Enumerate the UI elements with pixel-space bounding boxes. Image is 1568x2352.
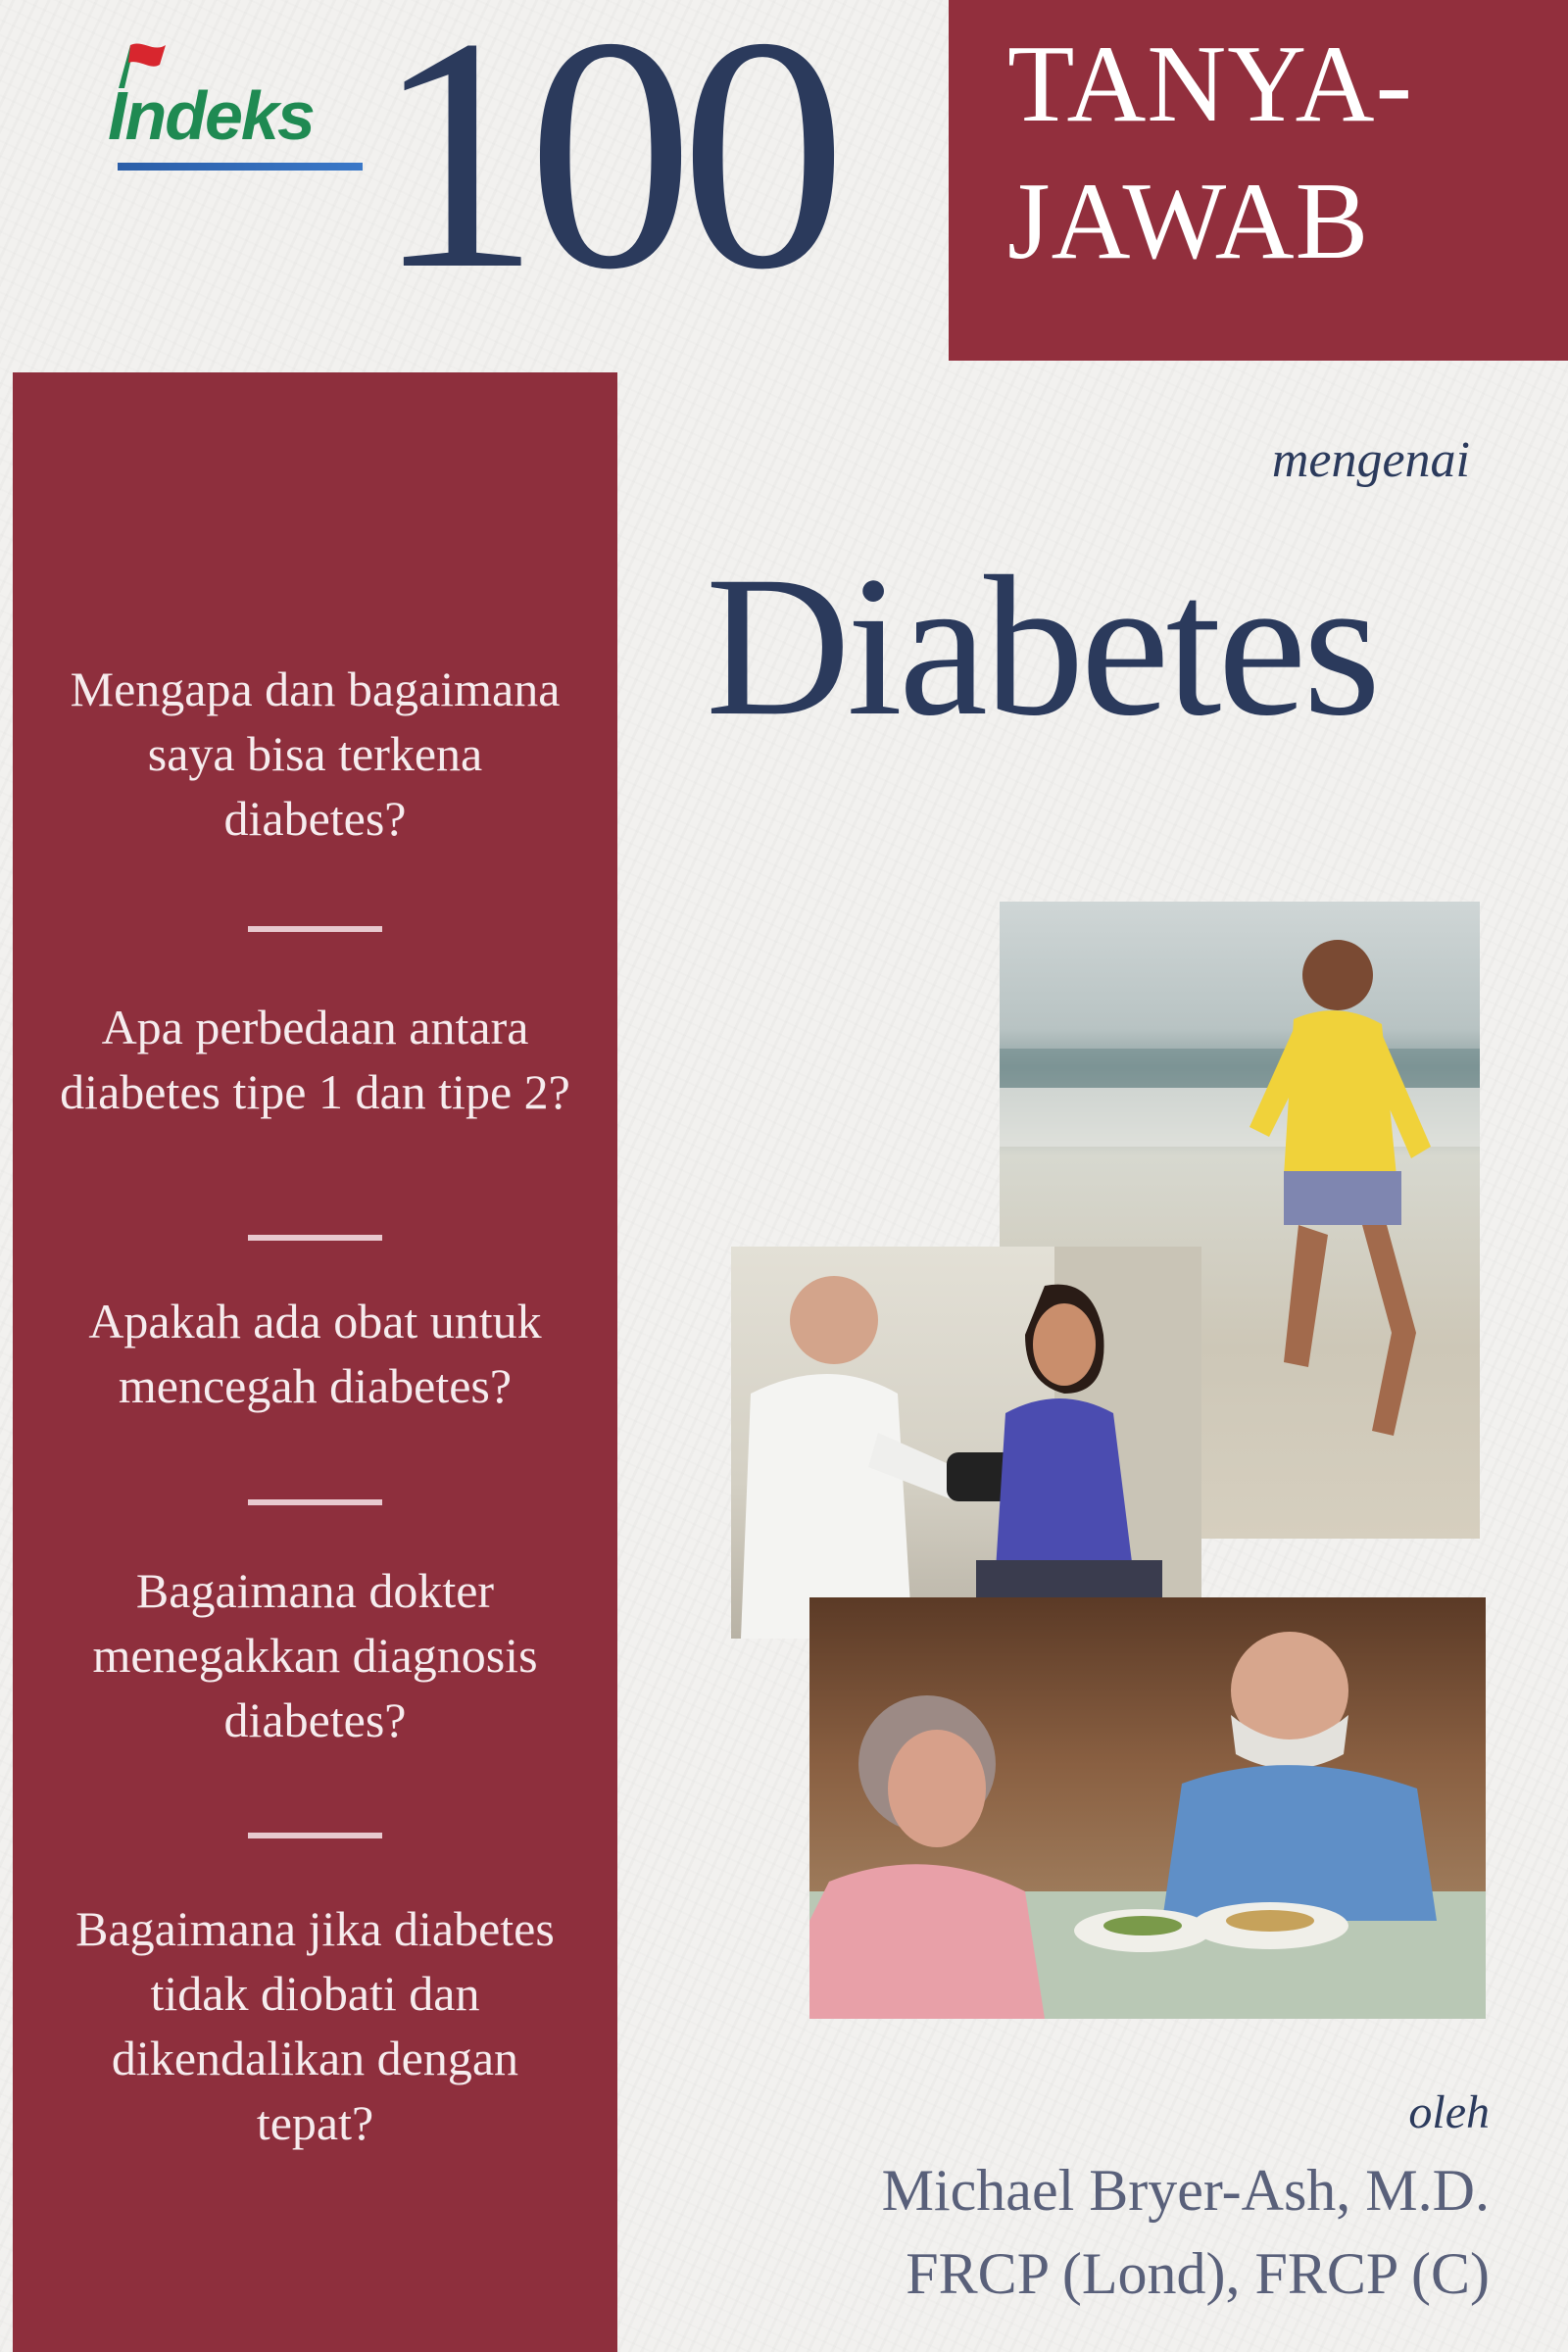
question-3: Apakah ada obat untuk mencegah diabetes? <box>88 1294 542 1413</box>
subtitle-mengenai: mengenai <box>1271 432 1470 488</box>
separator-4 <box>248 1833 382 1838</box>
author-credentials: FRCP (Lond), FRCP (C) <box>906 2241 1490 2306</box>
question-2: Apa perbedaan antara diabetes tipe 1 dan… <box>60 1000 570 1119</box>
questions-sidebar: Mengapa dan bagaimana saya bisa terkena … <box>13 372 617 2352</box>
cover-subject: Diabetes <box>706 535 1381 758</box>
title-line-2: JAWAB <box>1007 161 1370 282</box>
separator-2 <box>248 1235 382 1241</box>
question-5: Bagaimana jika diabetes tidak diobati da… <box>75 1901 555 2150</box>
title-box: TANYA- JAWAB <box>949 0 1568 361</box>
byline-oleh: oleh <box>1408 2086 1490 2138</box>
photo-doctor-with-patient <box>731 1247 1201 1639</box>
question-1: Mengapa dan bagaimana saya bisa terkena … <box>70 662 561 846</box>
question-4: Bagaimana dokter menegakkan diagnosis di… <box>92 1563 538 1747</box>
cover-number: 100 <box>374 0 847 338</box>
author-name: Michael Bryer-Ash, M.D. <box>881 2158 1490 2223</box>
publisher-logo-underline <box>118 163 363 171</box>
separator-1 <box>248 926 382 932</box>
title-line-1: TANYA- <box>1007 24 1413 145</box>
publisher-logo-text: Indeks <box>108 77 316 154</box>
publisher-logo: Indeks <box>106 37 370 174</box>
separator-3 <box>248 1499 382 1505</box>
photo-couple-dining <box>809 1597 1486 2019</box>
